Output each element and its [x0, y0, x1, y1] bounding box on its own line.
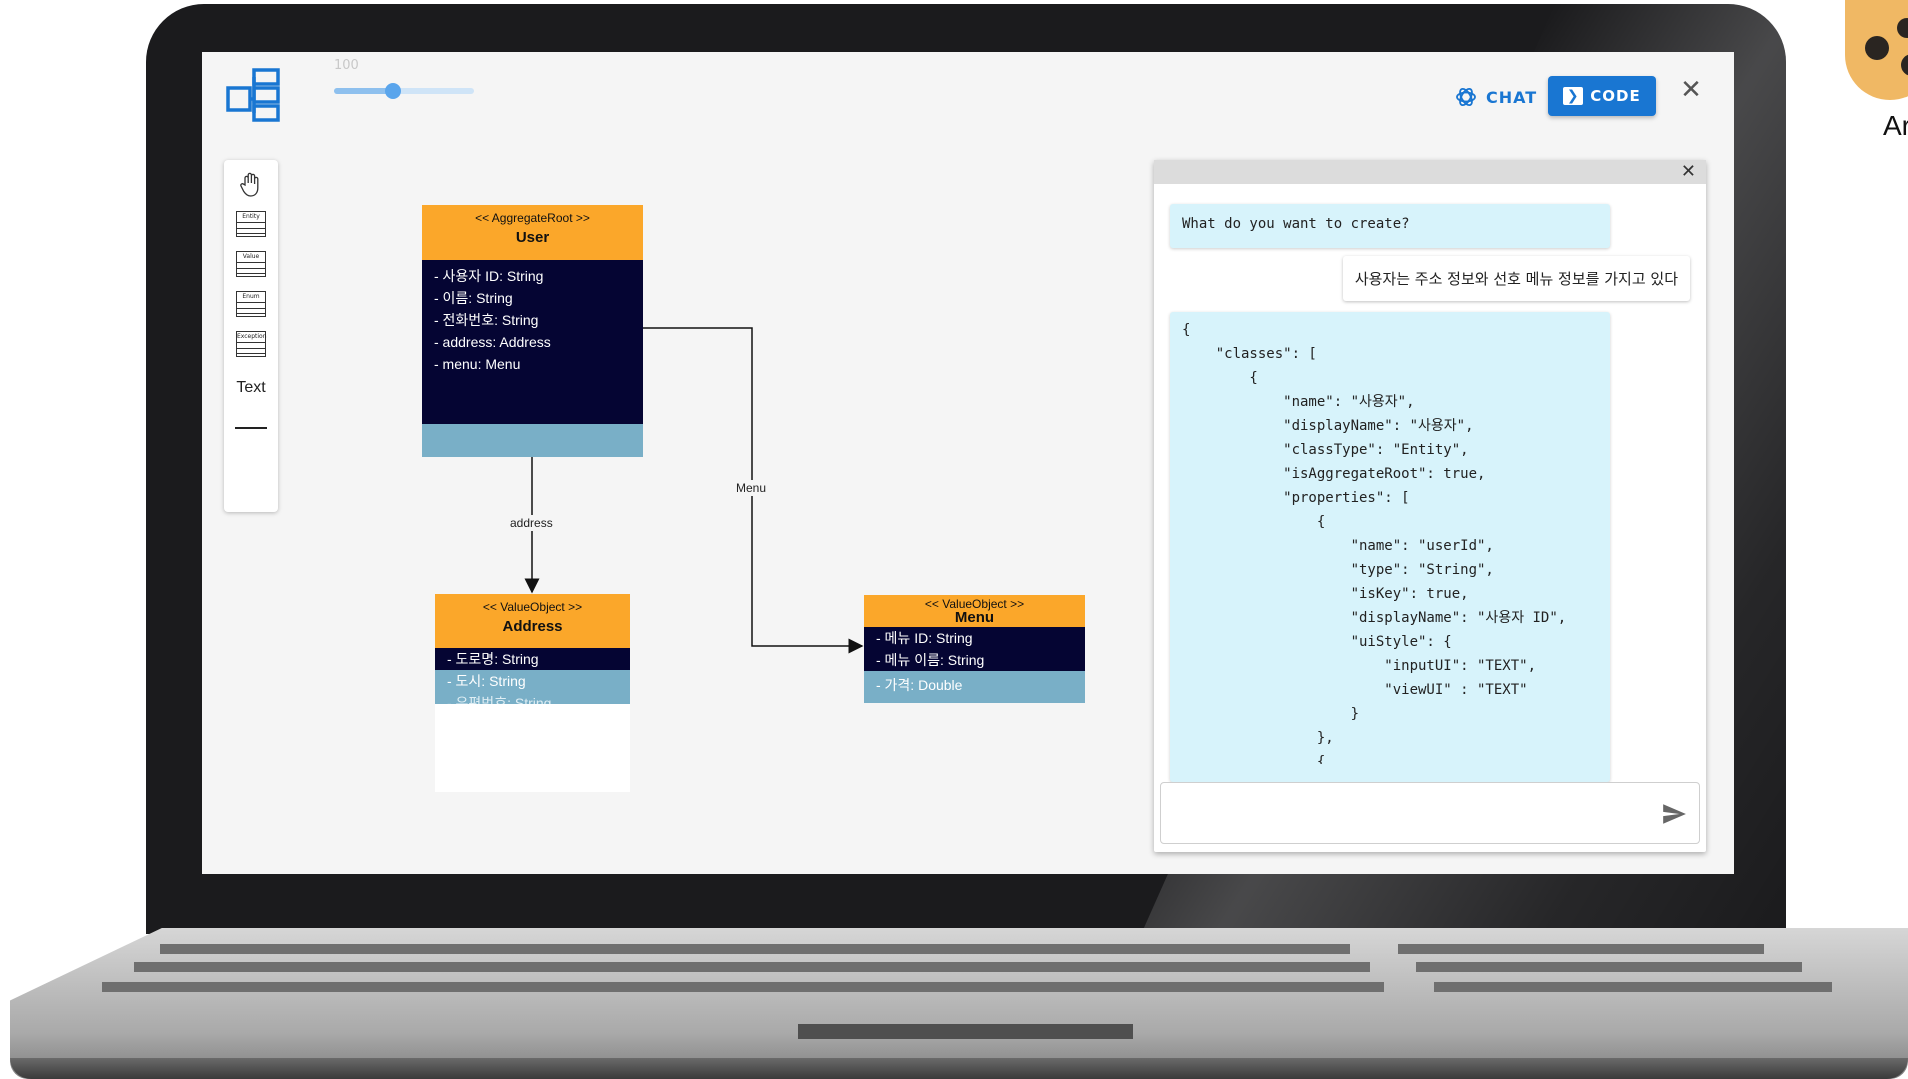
class-property: - 가격: Double [876, 677, 963, 693]
chat-panel: ✕ What do you want to create? 사용자는 주소 정보… [1154, 160, 1706, 852]
uml-class-menu[interactable]: << ValueObject >> Menu - 메뉴 ID: String -… [864, 595, 1085, 703]
app-screen: 100 CHAT ❯ CODE ✕ Entity Value Enum Exce… [202, 52, 1734, 874]
uml-class-header: << ValueObject >> Address [435, 594, 630, 648]
menu-edge-label: Menu [734, 480, 769, 496]
code-response: { "classes": [ { "name": "사용자", "display… [1182, 322, 1567, 764]
uml-class-header: << AggregateRoot >> User [422, 205, 643, 260]
class-stereotype: << ValueObject >> [482, 600, 583, 614]
keyboard-row [160, 944, 1350, 954]
keyboard-row [102, 982, 1384, 992]
class-name: User [515, 229, 550, 246]
class-property: - 메뉴 ID: String [876, 630, 973, 646]
uml-class-footer: - 도시: String - 우편번호: String [435, 670, 630, 704]
chat-input[interactable] [1171, 791, 1641, 835]
class-property: - menu: Menu [434, 356, 521, 372]
uml-class-properties: - 도로명: String [435, 648, 630, 670]
chat-input-box[interactable] [1160, 782, 1700, 844]
uml-class-address[interactable]: << ValueObject >> Address - 도로명: String … [435, 594, 630, 792]
close-icon[interactable]: ✕ [1681, 160, 1696, 184]
class-name: Menu [954, 611, 995, 625]
keyboard-row [134, 962, 1370, 972]
laptop-mockup: Ar 100 CHAT ❯ CODE ✕ Entity Value Enum E… [0, 0, 1908, 1079]
logo-dot [1865, 36, 1889, 60]
brand-logo [1845, 0, 1908, 100]
class-property: - 메뉴 이름: String [876, 652, 985, 668]
keyboard-row [1434, 982, 1832, 992]
send-icon[interactable] [1661, 801, 1687, 827]
touchpad [798, 1024, 1133, 1039]
logo-dot [1897, 18, 1908, 38]
chat-panel-header: ✕ [1154, 160, 1706, 184]
class-property: - address: Address [434, 334, 551, 350]
logo-dot [1901, 54, 1908, 76]
laptop-base-edge [10, 1058, 1908, 1079]
user-message: 사용자는 주소 정보와 선호 메뉴 정보를 가지고 있다 [1342, 256, 1690, 301]
uml-class-properties: - 메뉴 ID: String - 메뉴 이름: String [864, 627, 1085, 671]
class-property: - 도로명: String [447, 651, 539, 667]
assistant-message: What do you want to create? [1170, 204, 1610, 248]
assistant-code-message: { "classes": [ { "name": "사용자", "display… [1170, 312, 1610, 782]
class-property: - 도시: String [447, 673, 526, 689]
uml-class-footer: - 가격: Double [864, 671, 1085, 703]
uml-class-footer [422, 424, 643, 457]
keyboard-row [1398, 944, 1764, 954]
class-stereotype: << AggregateRoot >> [475, 211, 590, 225]
keyboard-row [1416, 962, 1802, 972]
uml-class-properties: - 사용자 ID: String - 이름: String - 전화번호: St… [422, 260, 643, 424]
class-stereotype: << ValueObject >> [924, 597, 1025, 611]
class-name: Address [502, 618, 563, 635]
class-property: - 우편번호: String [447, 695, 552, 704]
brand-logo-text: Ar [1883, 110, 1908, 141]
uml-class-user[interactable]: << AggregateRoot >> User - 사용자 ID: Strin… [422, 205, 643, 457]
address-edge-label: address [508, 515, 555, 531]
class-property: - 전화번호: String [434, 312, 539, 328]
uml-class-header: << ValueObject >> Menu [864, 595, 1085, 627]
class-property: - 사용자 ID: String [434, 268, 544, 284]
class-property: - 이름: String [434, 290, 513, 306]
